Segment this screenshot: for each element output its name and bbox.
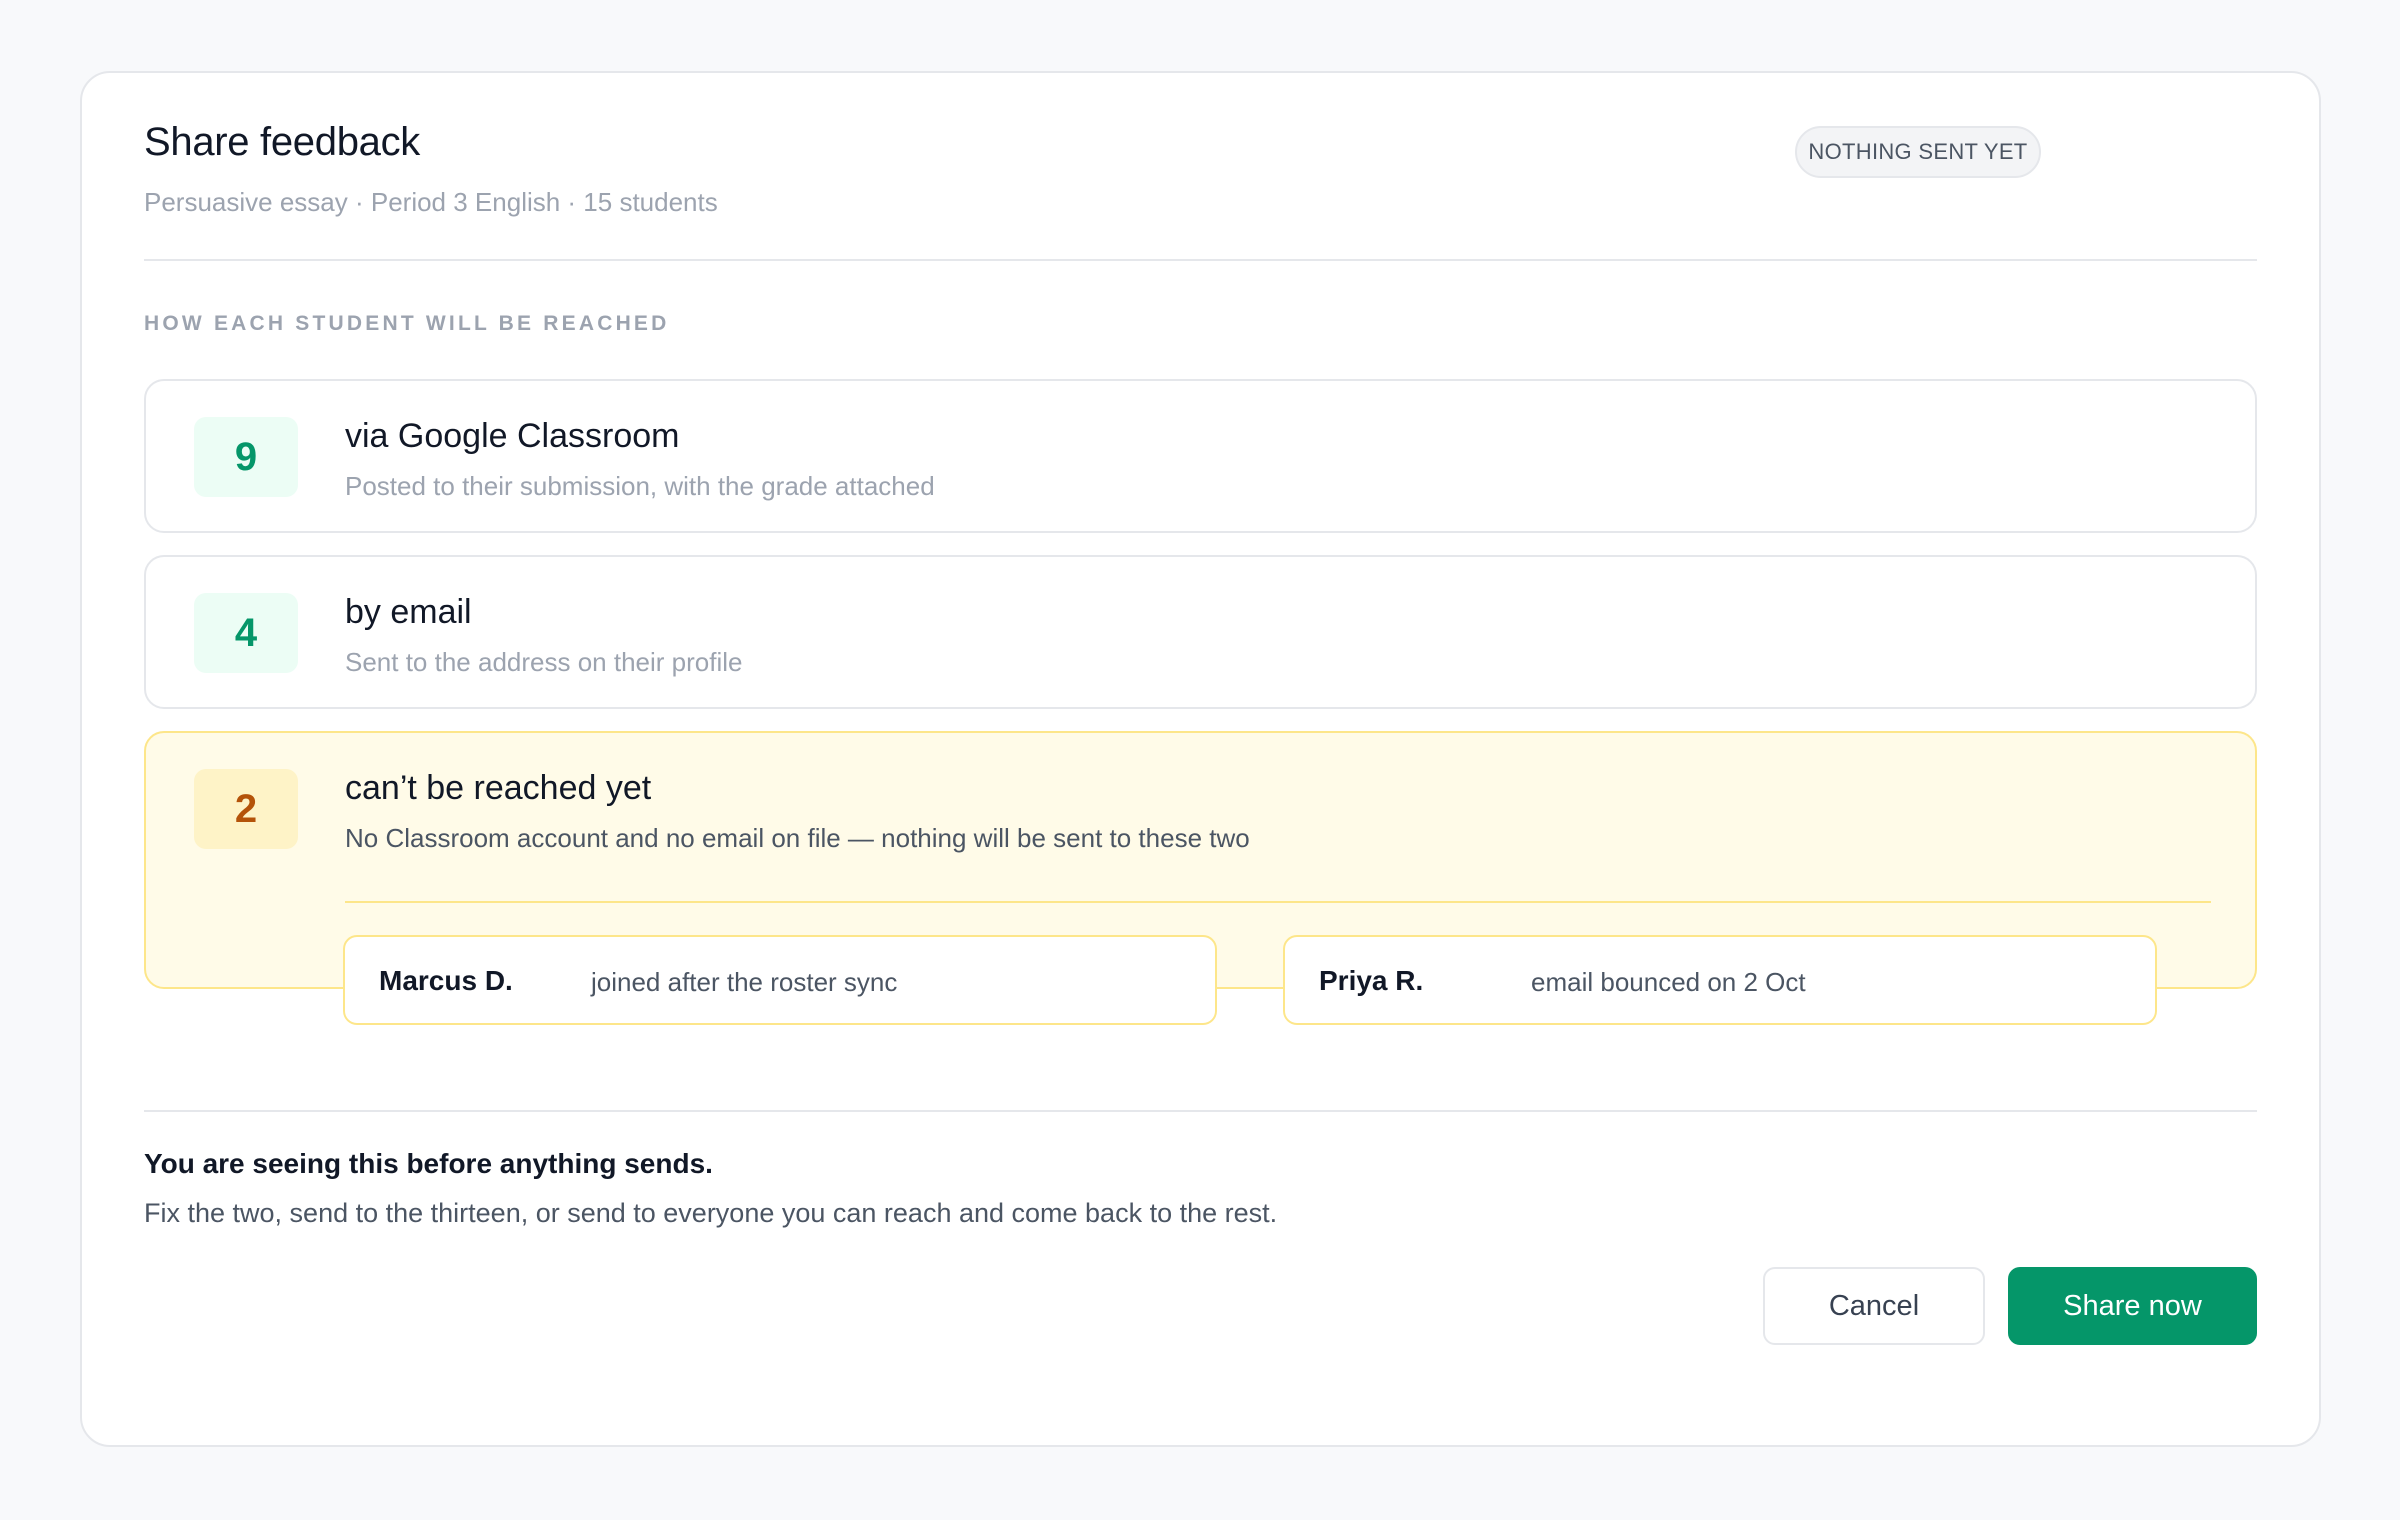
channel-row-classroom: 9 via Google Classroom Posted to their s… bbox=[144, 379, 2257, 533]
email-count-badge: 4 bbox=[194, 593, 298, 673]
classroom-description: Posted to their submission, with the gra… bbox=[345, 471, 935, 501]
classroom-title: via Google Classroom bbox=[345, 417, 680, 455]
student-chip-marcus[interactable]: Marcus D. joined after the roster sync bbox=[343, 935, 1217, 1025]
student-name: Priya R. bbox=[1319, 965, 1424, 996]
unreachable-divider bbox=[345, 901, 2211, 903]
unreachable-count-badge: 2 bbox=[194, 769, 298, 849]
unreachable-description: No Classroom account and no email on fil… bbox=[345, 823, 1250, 853]
footer-divider bbox=[144, 1110, 2257, 1112]
channel-row-email: 4 by email Sent to the address on their … bbox=[144, 555, 2257, 709]
share-now-button[interactable]: Share now bbox=[2008, 1267, 2257, 1345]
classroom-count-badge: 9 bbox=[194, 417, 298, 497]
preview-note-title: You are seeing this before anything send… bbox=[144, 1148, 713, 1179]
student-name: Marcus D. bbox=[379, 965, 513, 996]
preview-note-body: Fix the two, send to the thirteen, or se… bbox=[144, 1198, 1278, 1228]
cancel-button[interactable]: Cancel bbox=[1763, 1267, 1985, 1345]
email-description: Sent to the address on their profile bbox=[345, 647, 743, 677]
student-reason: email bounced on 2 Oct bbox=[1531, 967, 1806, 997]
email-title: by email bbox=[345, 593, 472, 631]
student-chip-priya[interactable]: Priya R. email bounced on 2 Oct bbox=[1283, 935, 2157, 1025]
section-label: HOW EACH STUDENT WILL BE REACHED bbox=[144, 312, 670, 335]
dialog-title: Share feedback bbox=[144, 120, 420, 164]
status-badge: NOTHING SENT YET bbox=[1795, 126, 2041, 178]
header-divider bbox=[144, 259, 2257, 261]
dialog-subtitle: Persuasive essay · Period 3 English · 15… bbox=[144, 187, 718, 217]
student-reason: joined after the roster sync bbox=[591, 967, 898, 997]
unreachable-title: can’t be reached yet bbox=[345, 769, 652, 807]
